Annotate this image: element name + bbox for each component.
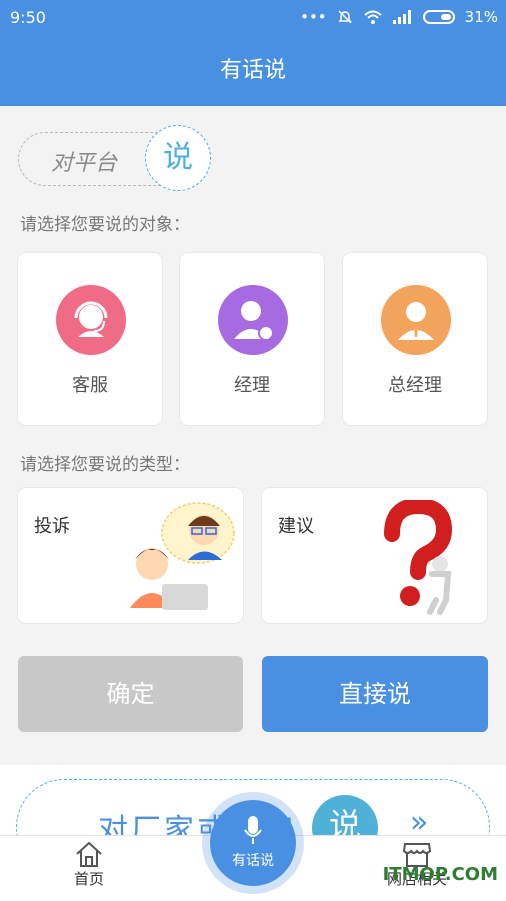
type-prompt: 请选择您要说的类型： bbox=[20, 455, 190, 475]
microphone-icon bbox=[244, 816, 262, 844]
target-label-general-manager: 总经理 bbox=[388, 375, 442, 396]
target-label-manager: 经理 bbox=[234, 375, 270, 396]
signal-icon bbox=[392, 10, 411, 24]
title-bar: 有话说 bbox=[0, 36, 506, 106]
confirm-button[interactable]: 确定 bbox=[18, 656, 243, 732]
speak-badge: 说 bbox=[145, 125, 211, 191]
target-mode-label: 对平台 bbox=[51, 151, 118, 176]
target-card-manager[interactable]: 经理 bbox=[180, 253, 324, 425]
manager-icon bbox=[218, 285, 288, 355]
battery-icon bbox=[422, 10, 455, 24]
type-label-suggestion: 建议 bbox=[278, 516, 314, 537]
target-card-general-manager[interactable]: 总经理 bbox=[343, 253, 487, 425]
complaint-illustration-icon bbox=[130, 502, 235, 610]
target-mode-pill[interactable]: 对平台 说 bbox=[18, 125, 211, 191]
battery-percent: 31% bbox=[464, 8, 498, 26]
tab-home[interactable]: 首页 bbox=[44, 840, 134, 889]
wifi-icon bbox=[363, 10, 382, 24]
status-time: 9:50 bbox=[10, 8, 46, 27]
home-icon bbox=[76, 841, 102, 867]
mute-bell-icon bbox=[337, 10, 352, 24]
status-bar: 9:50 ••• 31% bbox=[0, 0, 506, 36]
center-speak-label: 有话说 bbox=[232, 853, 274, 869]
type-card-complaint[interactable]: 投诉 bbox=[18, 488, 243, 623]
status-icons: ••• 31% bbox=[300, 8, 498, 26]
type-card-suggestion[interactable]: 建议 bbox=[262, 488, 487, 623]
headset-icon bbox=[56, 285, 126, 355]
speak-directly-button[interactable]: 直接说 bbox=[262, 656, 488, 732]
general-manager-icon bbox=[381, 285, 451, 355]
question-mark-icon bbox=[384, 500, 453, 615]
target-prompt: 请选择您要说的对象： bbox=[20, 215, 190, 235]
center-speak-button[interactable]: 有话说 bbox=[210, 800, 296, 886]
more-icon: ••• bbox=[300, 8, 327, 26]
target-card-service[interactable]: 客服 bbox=[18, 253, 162, 425]
tab-home-label: 首页 bbox=[73, 870, 104, 888]
page-title: 有话说 bbox=[219, 58, 286, 83]
watermark: ITMOP.COM bbox=[382, 864, 498, 885]
target-label-service: 客服 bbox=[72, 375, 108, 396]
double-chevron-right-icon: » bbox=[410, 805, 429, 835]
type-label-complaint: 投诉 bbox=[34, 516, 70, 537]
